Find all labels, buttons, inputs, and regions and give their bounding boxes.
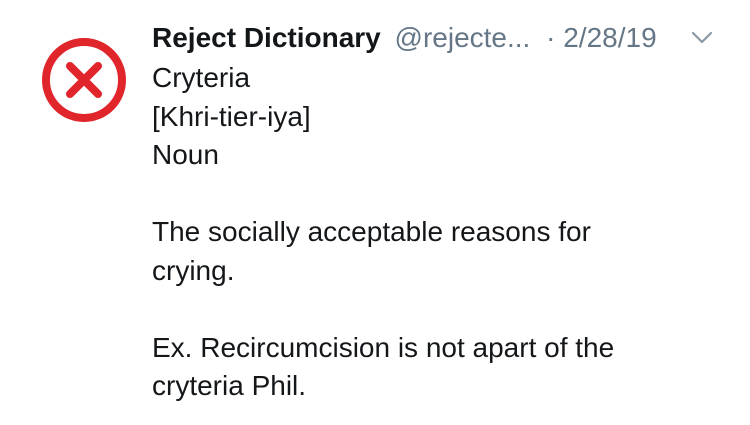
tweet-header: Reject Dictionary @rejecte... · 2/28/19 (152, 16, 732, 60)
term-word: Cryteria (152, 62, 251, 93)
avatar[interactable] (40, 36, 128, 124)
term-part-of-speech: Noun (152, 139, 219, 170)
term-pronunciation: [Khri-tier-iya] (152, 100, 311, 132)
example-line-2: cryteria Phil. (152, 370, 307, 401)
tweet-text: Cryteria [Khri-tier-iya] Noun The social… (152, 59, 712, 406)
red-x-circle-icon (42, 38, 126, 122)
tweet[interactable]: Reject Dictionary @rejecte... · 2/28/19 … (0, 0, 750, 425)
author-handle[interactable]: @rejecte... (395, 22, 531, 53)
author-display-name[interactable]: Reject Dictionary (152, 22, 381, 53)
tweet-menu-button[interactable] (684, 16, 720, 60)
example-line-1: Ex. Recircumcision is not apart of the (152, 331, 615, 363)
definition-line-2: crying. (152, 254, 235, 286)
chevron-down-icon (691, 31, 713, 44)
tweet-date[interactable]: 2/28/19 (563, 22, 656, 53)
definition-line-1: The socially acceptable reasons for (152, 216, 591, 247)
header-separator: · (546, 22, 556, 53)
